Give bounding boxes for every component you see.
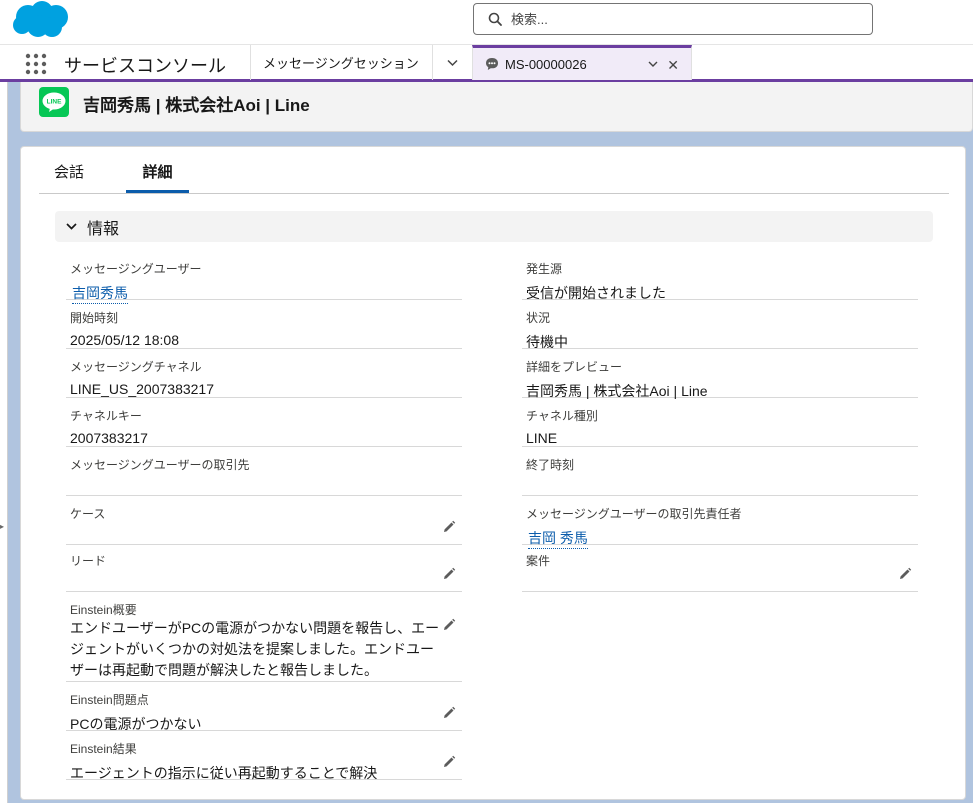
chevron-down-icon xyxy=(447,59,458,67)
close-icon[interactable]: ✕ xyxy=(667,57,679,74)
field-label: 開始時刻 xyxy=(70,311,119,325)
field-messaging-channel: メッセージングチャネル LINE_US_2007383217 xyxy=(66,349,462,398)
field-label: メッセージングユーザー xyxy=(70,262,202,276)
nav-tab-dropdown[interactable] xyxy=(432,45,472,80)
nav-tab-record[interactable]: MS-00000026 ✕ xyxy=(472,45,692,80)
salesforce-logo[interactable] xyxy=(10,0,72,40)
edit-pencil-icon[interactable] xyxy=(442,567,456,581)
line-icon-text: LINE xyxy=(47,99,62,106)
field-einstein-issue: Einstein問題点 PCの電源がつかない xyxy=(66,682,462,732)
field-value: エージェントの指示に従い再起動することで解決 xyxy=(70,765,378,781)
field-value: LINE_US_2007383217 xyxy=(70,381,215,397)
expand-arrow-icon[interactable]: ▸ xyxy=(0,522,4,531)
edit-pencil-icon[interactable] xyxy=(898,567,912,581)
field-label: メッセージングユーザーの取引先 xyxy=(70,458,250,472)
field-value: LINE xyxy=(526,430,558,446)
app-name: サービスコンソール xyxy=(64,56,226,76)
search-input[interactable] xyxy=(511,11,851,27)
edit-pencil-icon[interactable] xyxy=(442,755,456,769)
global-header xyxy=(0,0,973,44)
edit-pencil-icon[interactable] xyxy=(442,618,456,632)
field-channel-type: チャネル種別 LINE xyxy=(522,398,918,447)
utility-left-strip: ▸ xyxy=(0,82,8,803)
chevron-down-icon xyxy=(66,223,77,230)
global-search[interactable] xyxy=(473,3,873,35)
tab-conversation[interactable]: 会話 xyxy=(54,161,84,193)
field-end-time: 終了時刻 xyxy=(522,447,918,496)
field-origin: 発生源 受信が開始されました xyxy=(522,251,918,301)
field-label: Einstein概要 xyxy=(70,603,137,617)
console-nav-bar: サービスコンソール メッセージングセッション MS-00000026 ✕ xyxy=(0,44,973,82)
field-label: ケース xyxy=(70,507,106,521)
nav-tab-messaging-session[interactable]: メッセージングセッション xyxy=(250,45,432,80)
line-app-icon: LINE xyxy=(39,87,69,117)
chevron-down-icon[interactable] xyxy=(647,58,659,70)
field-lead: リード xyxy=(66,543,462,592)
field-case: ケース xyxy=(66,496,462,545)
chat-icon xyxy=(486,58,498,70)
edit-pencil-icon[interactable] xyxy=(442,706,456,720)
field-messaging-user-contact: メッセージングユーザーの取引先責任者 吉岡 秀馬 xyxy=(522,496,918,549)
edit-pencil-icon[interactable] xyxy=(442,520,456,534)
field-messaging-user: メッセージングユーザー 吉岡秀馬 xyxy=(66,251,462,304)
search-icon xyxy=(488,12,502,26)
field-label: 終了時刻 xyxy=(526,458,575,472)
field-status: 状況 待機中 xyxy=(522,300,918,350)
field-label: チャネル種別 xyxy=(526,409,598,423)
field-label: Einstein問題点 xyxy=(70,693,149,707)
field-opportunity: 案件 xyxy=(522,543,918,592)
field-channel-key: チャネルキー 2007383217 xyxy=(66,398,462,447)
field-label: 詳細をプレビュー xyxy=(526,360,623,374)
record-tabs: 会話 詳細 xyxy=(39,147,949,194)
field-label: メッセージングチャネル xyxy=(70,360,202,374)
field-label: 案件 xyxy=(526,554,551,568)
field-label: 状況 xyxy=(526,311,551,325)
tab-details[interactable]: 詳細 xyxy=(126,161,189,193)
field-label: 発生源 xyxy=(526,262,563,276)
field-messaging-user-account: メッセージングユーザーの取引先 xyxy=(66,447,462,496)
field-value: 2025/05/12 18:08 xyxy=(70,332,179,348)
field-value: 2007383217 xyxy=(70,430,148,446)
field-einstein-summary: Einstein概要 エンドユーザーがPCの電源がつかない問題を報告し、エージェ… xyxy=(66,592,462,682)
record-title: 吉岡秀馬 | 株式会社Aoi | Line xyxy=(83,96,310,115)
details-card: 会話 詳細 情報 メッセージングユーザー 吉岡秀馬 開始時刻 2025/05/1… xyxy=(20,146,966,800)
field-label: Einstein結果 xyxy=(70,742,137,756)
field-label: リード xyxy=(70,554,107,568)
field-value: エンドユーザーがPCの電源がつかない問題を報告し、エージェントがいくつかの対処法… xyxy=(70,620,440,678)
nav-tab-label: MS-00000026 xyxy=(505,56,587,72)
field-einstein-result: Einstein結果 エージェントの指示に従い再起動することで解決 xyxy=(66,731,462,781)
field-label: チャネルキー xyxy=(70,409,142,423)
field-preview-details: 詳細をプレビュー 吉岡秀馬 | 株式会社Aoi | Line xyxy=(522,349,918,399)
record-header: LINE 吉岡秀馬 | 株式会社Aoi | Line xyxy=(20,82,973,132)
field-start-time: 開始時刻 2025/05/12 18:08 xyxy=(66,300,462,349)
app-launcher-icon[interactable] xyxy=(24,53,48,75)
section-info-toggle[interactable]: 情報 xyxy=(55,211,933,242)
field-label: メッセージングユーザーの取引先責任者 xyxy=(526,507,742,521)
section-title: 情報 xyxy=(87,220,120,238)
nav-tab-label: メッセージングセッション xyxy=(263,56,419,71)
